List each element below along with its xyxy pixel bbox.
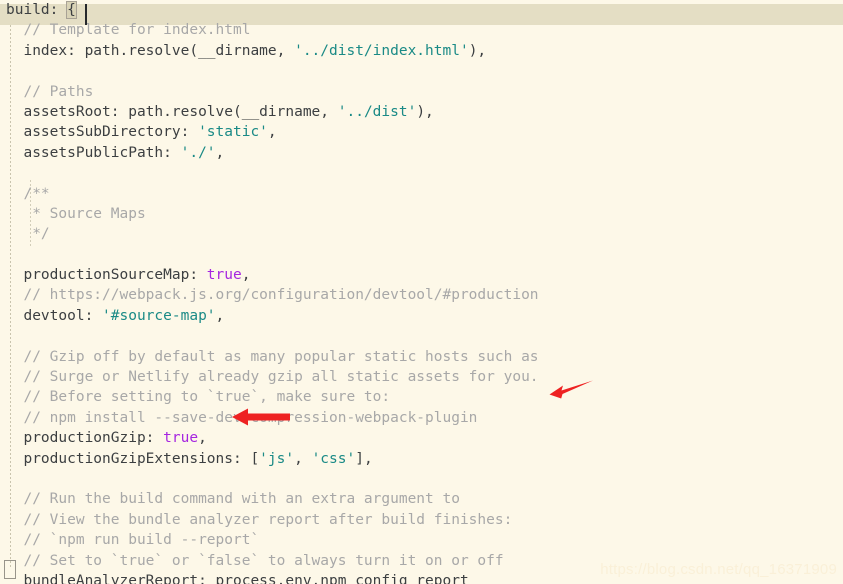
code-token: // View the bundle analyzer report after… <box>23 511 513 528</box>
code-token: devtool: <box>23 307 103 324</box>
code-token: assetsPublicPath: <box>23 144 181 161</box>
code-token: '#source-map' <box>102 307 216 324</box>
code-line[interactable]: // https://webpack.js.org/configuration/… <box>0 285 843 305</box>
annotation-arrow-gzip-true-icon <box>231 407 291 431</box>
code-line[interactable] <box>0 245 843 265</box>
code-token: assetsRoot: path.resolve(__dirname, <box>23 103 338 120</box>
code-line[interactable]: build: { <box>0 0 843 20</box>
code-token: // `npm run build --report` <box>23 532 260 549</box>
code-token: assetsSubDirectory: <box>23 124 199 141</box>
code-line[interactable]: // Surge or Netlify already gzip all sta… <box>0 367 843 387</box>
code-token: ], <box>355 450 373 467</box>
code-token: */ <box>23 226 50 243</box>
code-line[interactable]: assetsSubDirectory: 'static', <box>0 122 843 142</box>
code-line[interactable]: productionGzipExtensions: ['js', 'css'], <box>0 449 843 469</box>
code-token: ), <box>416 103 434 120</box>
code-line[interactable]: * Source Maps <box>0 204 843 224</box>
code-line[interactable]: // `npm run build --report` <box>0 530 843 550</box>
code-token: // Before setting to `true`, make sure t… <box>23 389 391 406</box>
code-token: // Set to `true` or `false` to always tu… <box>23 552 504 569</box>
code-token: // Template for index.html <box>23 22 251 39</box>
code-line[interactable]: // Paths <box>0 82 843 102</box>
code-line[interactable]: // View the bundle analyzer report after… <box>0 510 843 530</box>
code-token: true <box>206 267 242 284</box>
code-token: build: <box>6 2 68 18</box>
code-token: productionSourceMap: <box>23 267 207 284</box>
code-editor-screenshot: build: { // Template for index.html inde… <box>0 0 843 584</box>
code-token: './' <box>180 144 216 161</box>
code-token: productionGzipExtensions: [ <box>23 450 260 467</box>
code-token: // Gzip off by default as many popular s… <box>23 348 539 365</box>
code-line[interactable] <box>0 61 843 81</box>
code-line[interactable]: */ <box>0 224 843 244</box>
code-token: // Run the build command with an extra a… <box>23 491 460 508</box>
code-line[interactable]: /** <box>0 184 843 204</box>
code-token: bundleAnalyzerReport: process.env.npm_co… <box>23 572 469 584</box>
code-line[interactable]: // npm install --save-dev compression-we… <box>0 408 843 428</box>
watermark: https://blog.csdn.net/qq_16371909 <box>600 561 837 578</box>
code-content[interactable]: build: { // Template for index.html inde… <box>0 0 843 584</box>
code-token: // Surge or Netlify already gzip all sta… <box>23 369 539 386</box>
annotation-arrow-plugin-icon <box>548 380 594 406</box>
code-line[interactable] <box>0 469 843 489</box>
bracket-match-highlight <box>4 560 16 579</box>
code-line[interactable] <box>0 163 843 183</box>
code-token: , <box>241 267 251 284</box>
code-token: productionGzip: <box>23 430 164 447</box>
code-token: 'css' <box>311 450 356 467</box>
code-token: { <box>66 1 77 19</box>
code-token: 'js' <box>259 450 295 467</box>
code-line[interactable] <box>0 326 843 346</box>
code-token: '../dist/index.html' <box>294 42 469 59</box>
code-token: , <box>215 144 225 161</box>
code-token: true <box>163 430 199 447</box>
code-token: , <box>215 307 225 324</box>
code-token: 'static' <box>198 124 268 141</box>
code-line[interactable]: index: path.resolve(__dirname, '../dist/… <box>0 41 843 61</box>
code-token: , <box>294 450 312 467</box>
code-line[interactable]: assetsPublicPath: './', <box>0 143 843 163</box>
code-token: /** <box>23 185 50 202</box>
code-token: , <box>198 430 207 447</box>
code-token: , <box>267 124 277 141</box>
code-token: // https://webpack.js.org/configuration/… <box>23 287 539 304</box>
code-token: '../dist' <box>337 103 417 120</box>
code-line[interactable]: // Before setting to `true`, make sure t… <box>0 387 843 407</box>
code-token: index: path.resolve(__dirname, <box>23 42 295 59</box>
code-line[interactable]: // Template for index.html <box>0 20 843 40</box>
code-token: ), <box>468 42 487 59</box>
code-line[interactable]: // Run the build command with an extra a… <box>0 489 843 509</box>
code-line[interactable]: assetsRoot: path.resolve(__dirname, '../… <box>0 102 843 122</box>
code-line[interactable]: productionGzip: true, <box>0 428 843 448</box>
code-line[interactable]: devtool: '#source-map', <box>0 306 843 326</box>
code-line[interactable]: productionSourceMap: true, <box>0 265 843 285</box>
text-caret <box>85 4 87 25</box>
code-line[interactable]: // Gzip off by default as many popular s… <box>0 347 843 367</box>
code-token: // Paths <box>23 83 94 100</box>
code-token: * Source Maps <box>23 205 146 222</box>
